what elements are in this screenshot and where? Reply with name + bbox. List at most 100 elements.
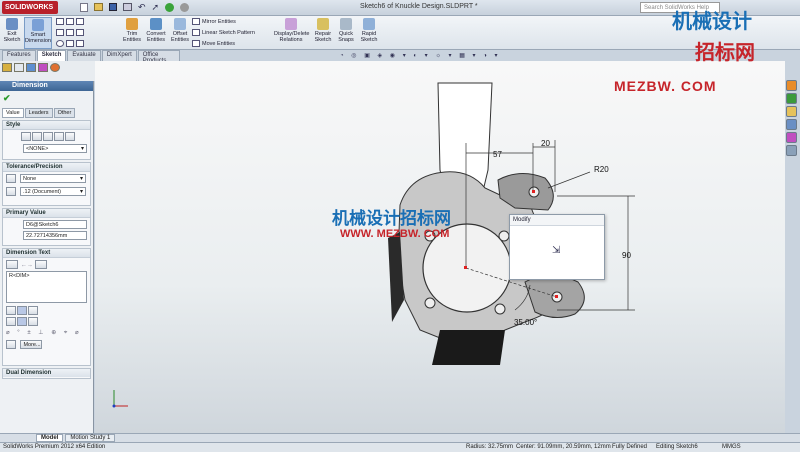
document-title: Sketch6 of Knuckle Design.SLDPRT * xyxy=(360,3,478,10)
rebuild-icon[interactable] xyxy=(165,3,175,12)
text-icon[interactable] xyxy=(76,40,84,47)
tab-sketch[interactable]: Sketch xyxy=(36,50,67,61)
open-icon[interactable] xyxy=(94,3,103,11)
convert-entities-button[interactable]: Convert Entities xyxy=(144,17,168,49)
symbol-a-icon[interactable] xyxy=(6,317,16,326)
rapid-sketch-button[interactable]: Rapid Sketch xyxy=(358,17,380,49)
offset-entities-button[interactable]: Offset Entities xyxy=(170,17,190,49)
design-library-icon[interactable] xyxy=(786,93,797,104)
save-icon[interactable] xyxy=(109,3,117,11)
file-explorer-icon[interactable] xyxy=(786,106,797,117)
style-save-icon[interactable] xyxy=(32,132,42,141)
dual-dimension-heading[interactable]: Dual Dimension xyxy=(3,369,90,377)
view-palette-icon[interactable] xyxy=(786,119,797,130)
dim-text-xx-icon[interactable] xyxy=(34,260,47,269)
tab-value[interactable]: Value xyxy=(2,108,24,118)
dim-text-above-icon[interactable] xyxy=(6,260,18,269)
manager-tab-row xyxy=(0,61,95,72)
move-entities-button[interactable]: Move Entities xyxy=(192,40,235,47)
justify-right-icon[interactable] xyxy=(28,306,38,315)
dimxpert-manager-icon[interactable] xyxy=(38,63,48,72)
dim-r20[interactable]: R20 xyxy=(594,165,609,174)
style-select[interactable]: <NONE> xyxy=(23,144,87,153)
mirror-entities-button[interactable]: Mirror Entities xyxy=(192,18,236,25)
smart-dimension-button[interactable]: Smart Dimension xyxy=(24,17,52,49)
ok-check-icon[interactable]: ✔ xyxy=(0,91,93,106)
linear-pattern-button[interactable]: Linear Sketch Pattern xyxy=(192,29,255,36)
options-icon[interactable] xyxy=(180,3,190,12)
symbol-c-icon[interactable] xyxy=(28,317,38,326)
symbol-b-icon[interactable] xyxy=(17,317,27,326)
dim-angle[interactable]: 35.00° xyxy=(514,318,537,327)
dim-20[interactable]: 20 xyxy=(541,139,550,148)
display-delete-relations-button[interactable]: Display/Delete Relations xyxy=(274,17,309,49)
arc-icon[interactable] xyxy=(66,40,74,47)
dimension-text-heading[interactable]: Dimension Text xyxy=(3,249,90,258)
tolerance-type-select[interactable]: None xyxy=(20,174,86,183)
undo-icon[interactable]: ↶ xyxy=(138,3,146,12)
more-button[interactable]: More... xyxy=(20,340,42,349)
dimension-text-area[interactable]: R<DIM> xyxy=(6,271,87,303)
rectangle-icon[interactable] xyxy=(56,29,64,36)
app-logo[interactable]: SOLIDWORKS xyxy=(2,1,58,14)
heads-up-view-toolbar[interactable]: ◔ ◎ ▣ ◈ ◉ ▾ ◐ ▾ ☼ ▾ ▦ ▾ ◑ ▾ xyxy=(340,52,570,61)
display-manager-icon[interactable] xyxy=(50,63,60,72)
style-heading[interactable]: Style xyxy=(3,121,90,130)
point-icon[interactable] xyxy=(76,18,84,25)
custom-properties-icon[interactable] xyxy=(786,145,797,156)
rectangle-tool-row[interactable] xyxy=(56,29,84,36)
bolt-hole[interactable] xyxy=(424,297,436,309)
resources-icon[interactable] xyxy=(786,80,797,91)
dimension-name-field[interactable]: D6@Sketch6 xyxy=(23,220,87,229)
style-delete-icon[interactable] xyxy=(54,132,64,141)
spline-icon[interactable] xyxy=(66,18,74,25)
units-selector[interactable]: MMGS xyxy=(722,443,741,452)
line-tool-row[interactable] xyxy=(56,18,84,25)
trim-entities-button[interactable]: Trim Entities xyxy=(122,17,142,49)
new-icon[interactable] xyxy=(80,3,88,12)
rapid-sketch-icon xyxy=(363,18,375,30)
circle-icon[interactable] xyxy=(56,40,64,47)
polygon-icon[interactable] xyxy=(66,29,74,36)
dimension-value-field[interactable]: 22.72714356mm xyxy=(23,231,87,240)
tab-features[interactable]: Features xyxy=(2,50,36,61)
justify-left-icon[interactable] xyxy=(6,306,16,315)
centerline-icon[interactable] xyxy=(76,29,84,36)
tab-motion-study[interactable]: Motion Study 1 xyxy=(65,434,116,442)
tolerance-heading[interactable]: Tolerance/Precision xyxy=(3,163,90,172)
knuckle-model[interactable]: 57 20 R20 90 35.00° xyxy=(95,61,785,433)
modify-dialog[interactable]: Modify ⇲ xyxy=(509,214,605,280)
print-icon[interactable] xyxy=(123,3,132,11)
tab-other[interactable]: Other xyxy=(53,108,76,118)
exit-sketch-button[interactable]: Exit Sketch xyxy=(2,17,22,49)
bolt-hole[interactable] xyxy=(498,230,510,242)
primary-value-heading[interactable]: Primary Value xyxy=(3,209,90,218)
precision-select[interactable]: .12 (Document) xyxy=(20,187,86,196)
circle-tool-row[interactable] xyxy=(56,40,84,47)
symbol-row[interactable]: ⌀ ° ± ⊥ ⊕ ⌖ ⌀ xyxy=(3,326,90,337)
quick-snaps-button[interactable]: Quick Snaps xyxy=(336,17,356,49)
repair-sketch-button[interactable]: Repair Sketch xyxy=(312,17,334,49)
select-icon[interactable]: ➚ xyxy=(152,3,160,12)
line-icon[interactable] xyxy=(56,18,64,25)
dim-90[interactable]: 90 xyxy=(622,251,631,260)
graphics-area[interactable]: 57 20 R20 90 35.00° xyxy=(95,61,785,433)
style-load-icon[interactable] xyxy=(65,132,75,141)
style-add-icon[interactable] xyxy=(43,132,53,141)
property-manager-icon[interactable] xyxy=(14,63,24,72)
style-apply-icon[interactable] xyxy=(21,132,31,141)
feature-manager-icon[interactable] xyxy=(2,63,12,72)
dim-57[interactable]: 57 xyxy=(493,150,502,159)
symbol-library-icon[interactable] xyxy=(6,340,16,349)
tab-model[interactable]: Model xyxy=(36,434,64,442)
dim-text-arrows-icon[interactable]: ←→ xyxy=(21,262,33,268)
quick-snaps-icon xyxy=(340,18,352,30)
tab-office-products[interactable]: Office Products xyxy=(137,50,180,64)
justify-center-icon[interactable] xyxy=(17,306,27,315)
tab-leaders[interactable]: Leaders xyxy=(24,108,53,118)
configuration-manager-icon[interactable] xyxy=(26,63,36,72)
tab-dimxpert[interactable]: DimXpert xyxy=(101,50,137,61)
appearances-icon[interactable] xyxy=(786,132,797,143)
tab-evaluate[interactable]: Evaluate xyxy=(67,50,101,61)
bolt-hole[interactable] xyxy=(494,303,506,315)
